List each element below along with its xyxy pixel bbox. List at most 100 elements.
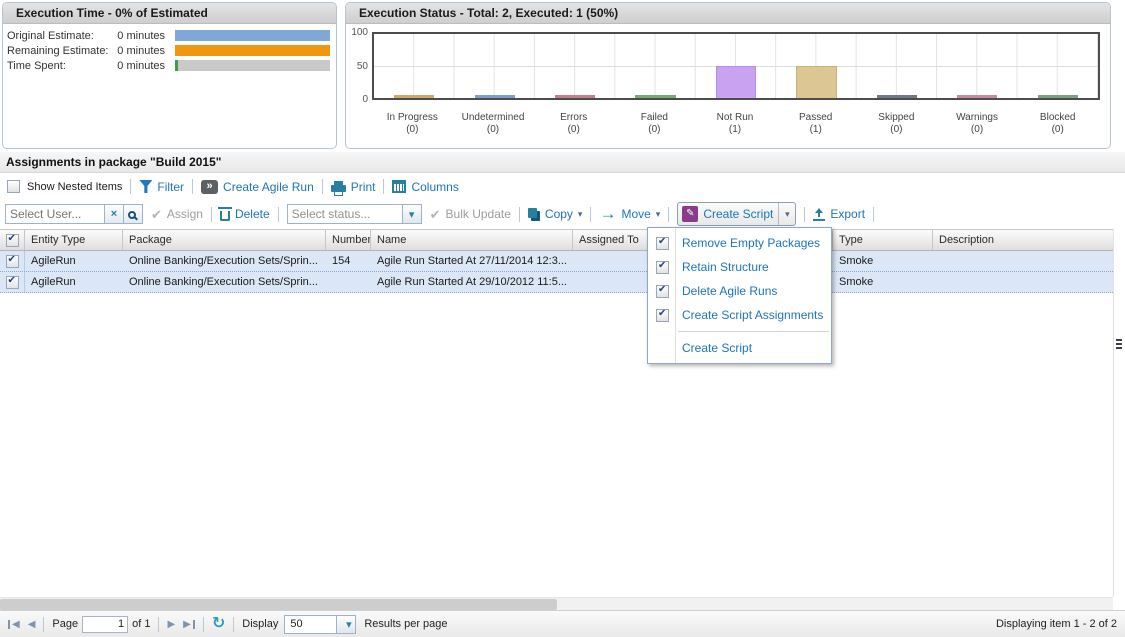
page-input[interactable] [82,616,128,633]
last-page-button[interactable]: ▶ [183,619,195,630]
select-all-checkbox[interactable] [6,234,19,247]
menu-item-remove-empty-packages[interactable]: Remove Empty Packages [648,231,831,255]
cell-type: Smoke [833,255,933,267]
filter-icon [139,180,152,193]
time-stat-row: Original Estimate:0 minutes [7,28,332,43]
time-stat-label: Time Spent: [7,60,117,72]
time-stat-bar-accent [175,60,178,71]
menu-item-create-script[interactable]: Create Script [648,336,831,360]
menu-item-create-script-assignments[interactable]: Create Script Assignments [648,303,831,327]
row-select-cell [0,251,25,271]
time-stat-bar [175,30,330,41]
copy-button[interactable]: Copy ▾ [528,207,583,221]
create-agile-run-button[interactable]: » Create Agile Run [201,180,314,194]
filter-button[interactable]: Filter [139,180,184,194]
column-header-type[interactable]: Type [833,230,933,250]
chart-bar [475,95,515,98]
chevron-down-icon: ▾ [656,209,661,220]
show-nested-label: Show Nested Items [27,181,122,193]
chart-bar [555,95,595,98]
bulk-update-button[interactable]: ✔ Bulk Update [430,207,511,221]
menu-item-checkbox[interactable] [656,309,669,322]
chevron-down-icon: ▾ [785,209,790,220]
time-stat-value: 0 minutes [117,30,175,42]
chart-bar [1038,95,1078,98]
row-checkbox[interactable] [6,276,19,289]
separator [130,179,131,194]
cell-package: Online Banking/Execution Sets/Sprin... [123,276,326,288]
time-stat-value: 0 minutes [117,45,175,57]
refresh-icon[interactable]: ↻ [212,616,225,632]
chart-bar-cell [696,34,776,98]
horizontal-scrollbar-thumb[interactable] [0,599,557,610]
first-page-button[interactable]: ◀ [8,619,20,630]
table-row[interactable]: AgileRunOnline Banking/Execution Sets/Sp… [0,272,1113,293]
separator [668,207,669,222]
column-header-number[interactable]: Number [326,230,371,250]
execution-status-chart: 100500 [350,32,1100,105]
select-user-input[interactable] [5,204,105,224]
chart-y-axis: 100500 [350,27,372,105]
cell-name: Agile Run Started At 29/10/2012 11:5... [371,276,573,288]
chart-bar [877,95,917,98]
chart-category-label: Passed(1) [775,112,856,136]
move-button[interactable]: → Move ▾ [599,207,660,221]
menu-item-checkbox[interactable] [656,261,669,274]
separator [278,207,279,222]
select-all-cell [0,230,25,250]
separator [233,617,234,632]
menu-item-checkbox[interactable] [656,285,669,298]
page-of-label: of 1 [132,618,150,630]
menu-item-retain-structure[interactable]: Retain Structure [648,255,831,279]
column-header-package[interactable]: Package [123,230,326,250]
columns-icon [392,180,406,193]
show-nested-checkbox[interactable] [7,180,20,193]
menu-item-delete-agile-runs[interactable]: Delete Agile Runs [648,279,831,303]
create-script-button[interactable]: ✎ Create Script ▾ [677,202,796,226]
time-stat-bar [175,45,330,56]
column-header-description[interactable]: Description [933,230,1113,250]
display-label: Display [242,618,278,630]
print-button[interactable]: Print [331,180,376,194]
results-per-page-label: Results per page [364,618,447,630]
pencil-icon: ✎ [682,206,698,222]
cell-entity-type: AgileRun [25,276,123,288]
chart-category-label: In Progress(0) [372,112,453,136]
cell-package: Online Banking/Execution Sets/Sprin... [123,255,326,267]
assign-button[interactable]: ✔ Assign [151,207,203,221]
pagination-bar: ◀ ◀ Page of 1 ▶ ▶ ↻ Display 50 ▾ Results… [0,610,1125,637]
column-header-name[interactable]: Name [371,230,573,250]
menu-item-checkbox[interactable] [656,237,669,250]
chart-category-label: Warnings(0) [937,112,1018,136]
chart-bar-cell [454,34,534,98]
separator [519,207,520,222]
table-row[interactable]: AgileRunOnline Banking/Execution Sets/Sp… [0,251,1113,272]
section-title: Assignments in package "Build 2015" [0,152,1125,173]
column-header-entity-type[interactable]: Entity Type [25,230,123,250]
splitter-grip[interactable] [1116,339,1122,349]
page-size-dropdown[interactable]: 50 ▾ [284,615,356,634]
next-page-button[interactable]: ▶ [167,619,175,630]
chart-category-label: Failed(0) [614,112,695,136]
chart-bar [716,66,756,98]
separator [211,207,212,222]
select-status-dropdown[interactable]: Select status... ▾ [287,204,422,224]
export-button[interactable]: Export [813,207,865,221]
row-checkbox[interactable] [6,255,19,268]
chart-y-tick: 50 [357,61,368,72]
clear-user-button[interactable]: × [105,204,124,224]
table-header-row: Entity Type Package Number Name Assigned… [0,229,1113,251]
chart-bar-cell [857,34,937,98]
app-root: Execution Time - 0% of Estimated Origina… [0,0,1125,637]
separator [873,207,874,222]
create-script-caret[interactable]: ▾ [778,203,795,225]
delete-button[interactable]: Delete [220,207,270,221]
execution-status-panel: Execution Status - Total: 2, Executed: 1… [345,2,1111,149]
search-user-button[interactable] [124,204,143,224]
search-icon [128,211,136,219]
chart-plot [372,32,1100,100]
chart-categories: In Progress(0)Undetermined(0)Errors(0)Fa… [372,112,1098,136]
columns-button[interactable]: Columns [392,180,458,194]
horizontal-scrollbar[interactable] [0,597,1113,610]
prev-page-button[interactable]: ◀ [28,619,36,630]
